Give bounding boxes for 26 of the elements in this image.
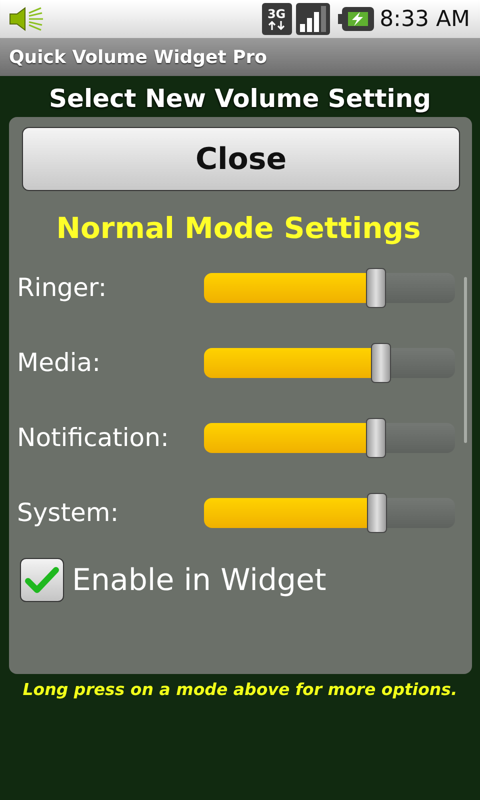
hint-text: Long press on a mode above for more options.	[22, 679, 458, 699]
network-type-label: 3G	[267, 8, 286, 21]
volume-slider[interactable]	[204, 492, 455, 534]
checkbox[interactable]	[20, 558, 64, 602]
slider-thumb[interactable]	[366, 418, 386, 458]
volume-slider[interactable]	[204, 416, 455, 458]
clock-time: 8:33 AM	[380, 6, 470, 32]
check-icon	[25, 566, 59, 594]
close-button[interactable]: Close	[22, 127, 460, 191]
screen-title: Select New Volume Setting	[48, 83, 432, 115]
volume-slider[interactable]	[204, 342, 455, 384]
slider-thumb[interactable]	[370, 342, 391, 382]
app-title: Quick Volume Widget Pro	[9, 46, 268, 68]
arrows-icon	[266, 21, 287, 30]
slider-thumb[interactable]	[366, 268, 386, 308]
volume-slider[interactable]	[204, 266, 455, 308]
slider-label: System:	[17, 498, 120, 527]
speaker-icon[interactable]	[8, 6, 46, 32]
dialog-heading: Normal Mode Settings	[55, 211, 422, 245]
slider-label: Media:	[17, 348, 102, 377]
signal-icon	[296, 3, 330, 35]
checkbox-label: Enable in Widget	[72, 562, 326, 598]
slider-label: Notification:	[17, 423, 170, 452]
slider-thumb[interactable]	[367, 492, 388, 532]
battery-icon	[338, 6, 374, 32]
slider-label: Ringer:	[17, 273, 108, 302]
